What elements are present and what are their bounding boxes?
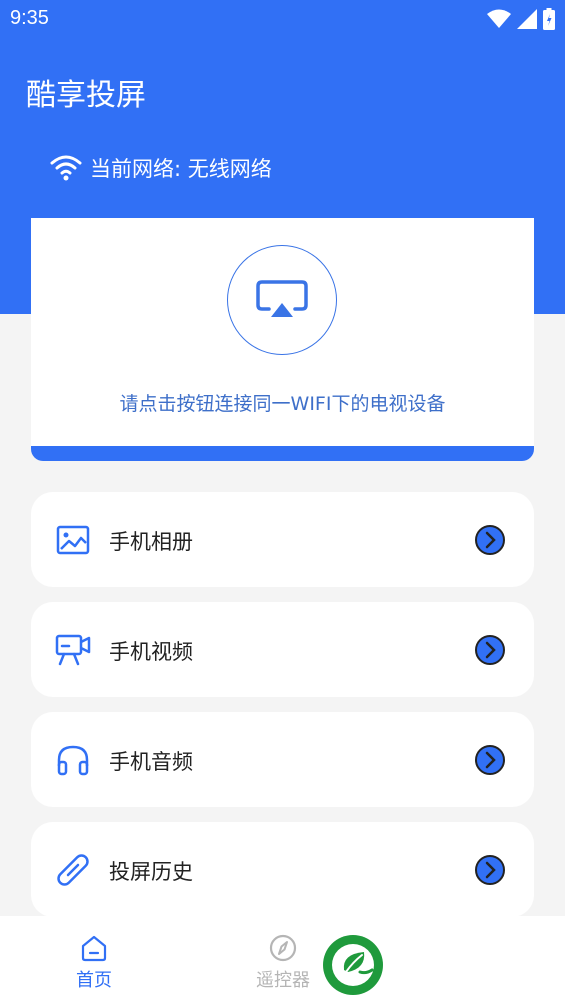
cast-card: 请点击按钮连接同一WIFI下的电视设备 [31, 218, 534, 461]
cast-hint: 请点击按钮连接同一WIFI下的电视设备 [119, 393, 446, 415]
tab-remote[interactable]: 遥控器 [243, 934, 323, 992]
network-status: 当前网络: 无线网络 [50, 153, 272, 183]
video-camera-icon [55, 632, 91, 668]
photo-album-icon [55, 522, 91, 558]
bottom-tab-bar: 首页 遥控器 [0, 916, 565, 1004]
status-bar: 9:35 [0, 0, 565, 38]
tab-home-label: 首页 [76, 970, 112, 991]
tab-home[interactable]: 首页 [54, 934, 134, 992]
menu-label: 手机相册 [109, 530, 193, 554]
wifi-icon [50, 155, 82, 181]
status-time: 9:35 [10, 7, 49, 29]
status-icons [487, 8, 555, 30]
cell-signal-icon [517, 9, 537, 29]
wifi-signal-icon [487, 9, 511, 28]
chevron-right-icon[interactable] [474, 744, 506, 776]
screen-cast-icon [256, 280, 308, 317]
menu-item-photo-album[interactable]: 手机相册 [31, 492, 534, 587]
battery-icon [543, 8, 555, 30]
leaf-logo-icon[interactable] [322, 934, 384, 996]
cast-card-body: 请点击按钮连接同一WIFI下的电视设备 [31, 218, 534, 446]
menu-item-cast-history[interactable]: 投屏历史 [31, 822, 534, 917]
chevron-right-icon[interactable] [474, 524, 506, 556]
chevron-right-icon[interactable] [474, 634, 506, 666]
menu-label: 手机音频 [109, 750, 193, 774]
menu-label: 手机视频 [109, 640, 193, 664]
menu-item-audio[interactable]: 手机音频 [31, 712, 534, 807]
headphones-icon [55, 742, 91, 778]
compass-icon [269, 934, 297, 962]
chevron-right-icon[interactable] [474, 854, 506, 886]
network-label: 当前网络: 无线网络 [90, 157, 272, 181]
home-icon [81, 935, 107, 962]
tab-remote-label: 遥控器 [256, 970, 310, 991]
app-title: 酷享投屏 [26, 78, 146, 113]
menu-label: 投屏历史 [109, 860, 193, 884]
menu-item-video[interactable]: 手机视频 [31, 602, 534, 697]
link-icon [55, 852, 91, 888]
cast-button[interactable] [227, 245, 337, 355]
